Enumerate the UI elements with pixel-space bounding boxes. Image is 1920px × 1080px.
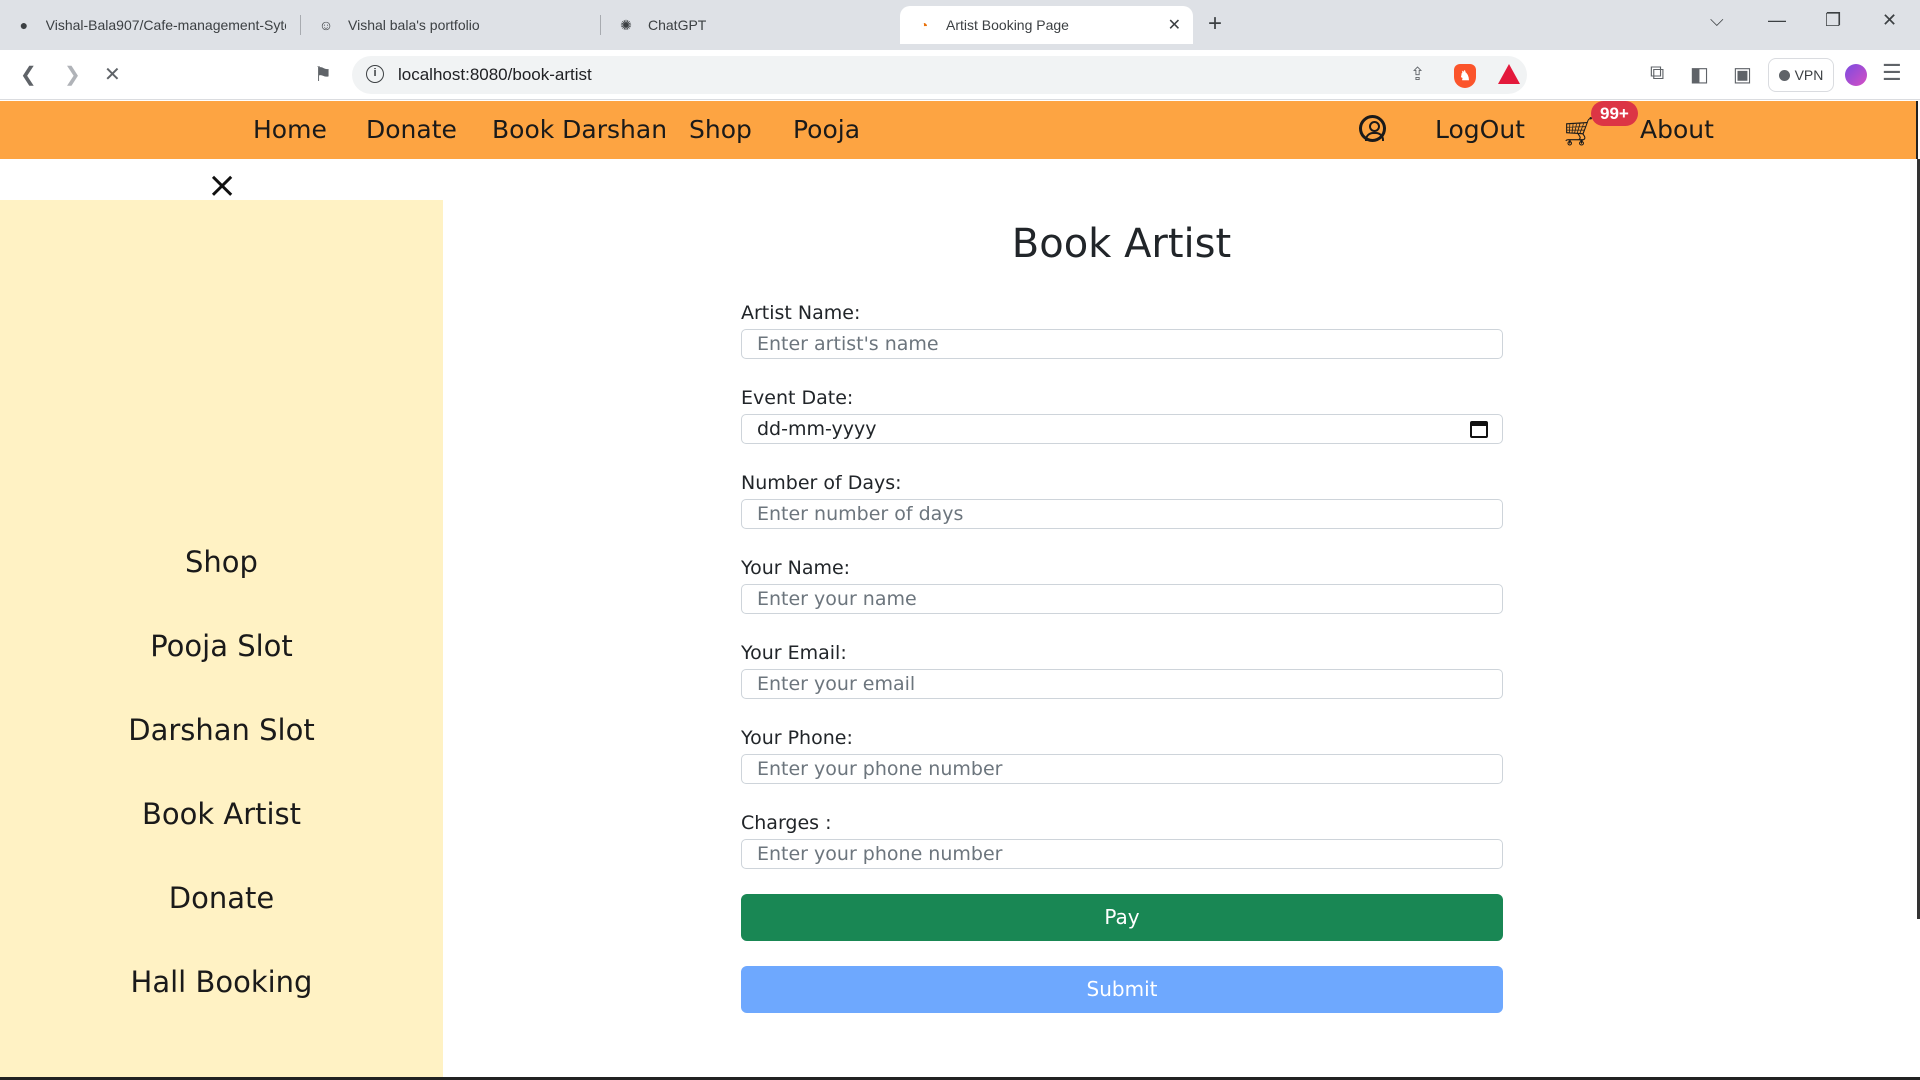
nav-shop[interactable]: Shop (689, 115, 752, 144)
close-window-icon[interactable]: ✕ (1882, 10, 1897, 31)
event-date-value: dd-mm-yyyy (757, 418, 877, 440)
your-email-input[interactable]: Enter your email (741, 669, 1503, 699)
artist-name-label: Artist Name: (741, 302, 861, 324)
cart-count-badge: 99+ (1591, 101, 1638, 126)
site-info-icon[interactable]: i (366, 65, 384, 83)
close-tab-icon[interactable]: ✕ (1168, 15, 1181, 35)
sidebar-item-hall-booking[interactable]: Hall Booking (0, 965, 443, 999)
tab-portfolio[interactable]: ☺ Vishal bala's portfolio (302, 6, 600, 44)
tab-chatgpt[interactable]: ✺ ChatGPT (602, 6, 900, 44)
vpn-button[interactable]: VPN (1768, 58, 1834, 92)
your-name-input[interactable]: Enter your name (741, 584, 1503, 614)
your-phone-label: Your Phone: (741, 727, 853, 749)
pay-button[interactable]: Pay (741, 894, 1503, 941)
tab-divider (300, 15, 301, 35)
number-of-days-input[interactable]: Enter number of days (741, 499, 1503, 529)
tab-title: Vishal-Bala907/Cafe-management-Sytem (45, 17, 286, 33)
top-navbar: Home Donate Book Darshan Shop Pooja LogO… (0, 101, 1918, 159)
page-content: Home Donate Book Darshan Shop Pooja LogO… (0, 101, 1920, 1080)
url-text[interactable]: localhost:8080/book-artist (398, 65, 592, 85)
stop-loading-icon[interactable]: ✕ (104, 62, 121, 87)
sidebar-item-donate[interactable]: Donate (0, 881, 443, 915)
calendar-icon[interactable] (1470, 421, 1488, 438)
address-bar[interactable]: i localhost:8080/book-artist ⇪ (352, 56, 1527, 94)
tab-divider (600, 15, 601, 35)
sidebar-item-book-artist[interactable]: Book Artist (0, 797, 443, 831)
loading-icon: ◔ (919, 17, 929, 33)
profile-avatar-icon[interactable] (1845, 64, 1867, 86)
your-name-label: Your Name: (741, 557, 851, 579)
back-icon[interactable]: ❮ (20, 62, 37, 87)
browser-tab-strip: ● Vishal-Bala907/Cafe-management-Sytem ☺… (0, 0, 1920, 50)
tab-title: ChatGPT (648, 17, 707, 33)
your-phone-input[interactable]: Enter your phone number (741, 754, 1503, 784)
tab-title: Vishal bala's portfolio (348, 17, 480, 33)
sidebar-toggle-icon[interactable]: ◧ (1690, 62, 1709, 87)
tab-search-icon[interactable]: ⌵ (1710, 10, 1724, 31)
share-icon[interactable]: ⇪ (1410, 64, 1425, 85)
tab-artist-booking[interactable]: ◔ Artist Booking Page ✕ (900, 6, 1193, 44)
cart-icon[interactable]: 🛒︎ (1561, 115, 1597, 148)
forward-icon[interactable]: ❯ (64, 62, 81, 87)
charges-input[interactable]: Enter your phone number (741, 839, 1503, 869)
user-account-icon[interactable] (1359, 115, 1386, 142)
browser-menu-icon[interactable]: ☰ (1882, 60, 1902, 86)
minimize-icon[interactable]: — (1768, 10, 1786, 31)
page-title: Book Artist (1011, 221, 1232, 267)
sidebar-item-pooja-slot[interactable]: Pooja Slot (0, 629, 443, 663)
new-tab-button[interactable]: + (1208, 10, 1222, 38)
bookmark-icon[interactable]: ⚑ (314, 62, 332, 87)
event-date-input[interactable]: dd-mm-yyyy (741, 414, 1503, 444)
nav-pooja[interactable]: Pooja (793, 115, 860, 144)
nav-about[interactable]: About (1640, 115, 1714, 144)
sidebar: Shop Pooja Slot Darshan Slot Book Artist… (0, 200, 443, 1080)
extensions-icon[interactable]: ⧉ (1650, 62, 1664, 85)
nav-book-darshan[interactable]: Book Darshan (492, 115, 667, 144)
vpn-status-icon (1778, 69, 1790, 81)
nav-home[interactable]: Home (253, 115, 327, 144)
tab-github[interactable]: ● Vishal-Bala907/Cafe-management-Sytem (0, 6, 300, 44)
github-icon: ● (19, 17, 29, 33)
sidebar-item-darshan-slot[interactable]: Darshan Slot (0, 713, 443, 747)
tab-title: Artist Booking Page (946, 17, 1069, 33)
artist-name-input[interactable]: Enter artist's name (741, 329, 1503, 359)
wallet-icon[interactable]: ▣ (1733, 62, 1752, 87)
sidebar-item-shop[interactable]: Shop (0, 545, 443, 579)
nav-donate[interactable]: Donate (366, 115, 457, 144)
submit-button[interactable]: Submit (741, 966, 1503, 1013)
brave-shields-icon[interactable]: ♞ (1454, 64, 1476, 88)
vpn-label: VPN (1794, 67, 1824, 83)
event-date-label: Event Date: (741, 387, 854, 409)
your-email-label: Your Email: (741, 642, 847, 664)
number-of-days-label: Number of Days: (741, 472, 902, 494)
brave-rewards-icon[interactable] (1498, 64, 1520, 84)
avatar-icon: ☺ (318, 17, 334, 33)
chatgpt-icon: ✺ (620, 16, 632, 33)
nav-logout[interactable]: LogOut (1435, 115, 1525, 144)
restore-icon[interactable]: ❐ (1825, 10, 1841, 31)
charges-label: Charges : (741, 812, 832, 834)
